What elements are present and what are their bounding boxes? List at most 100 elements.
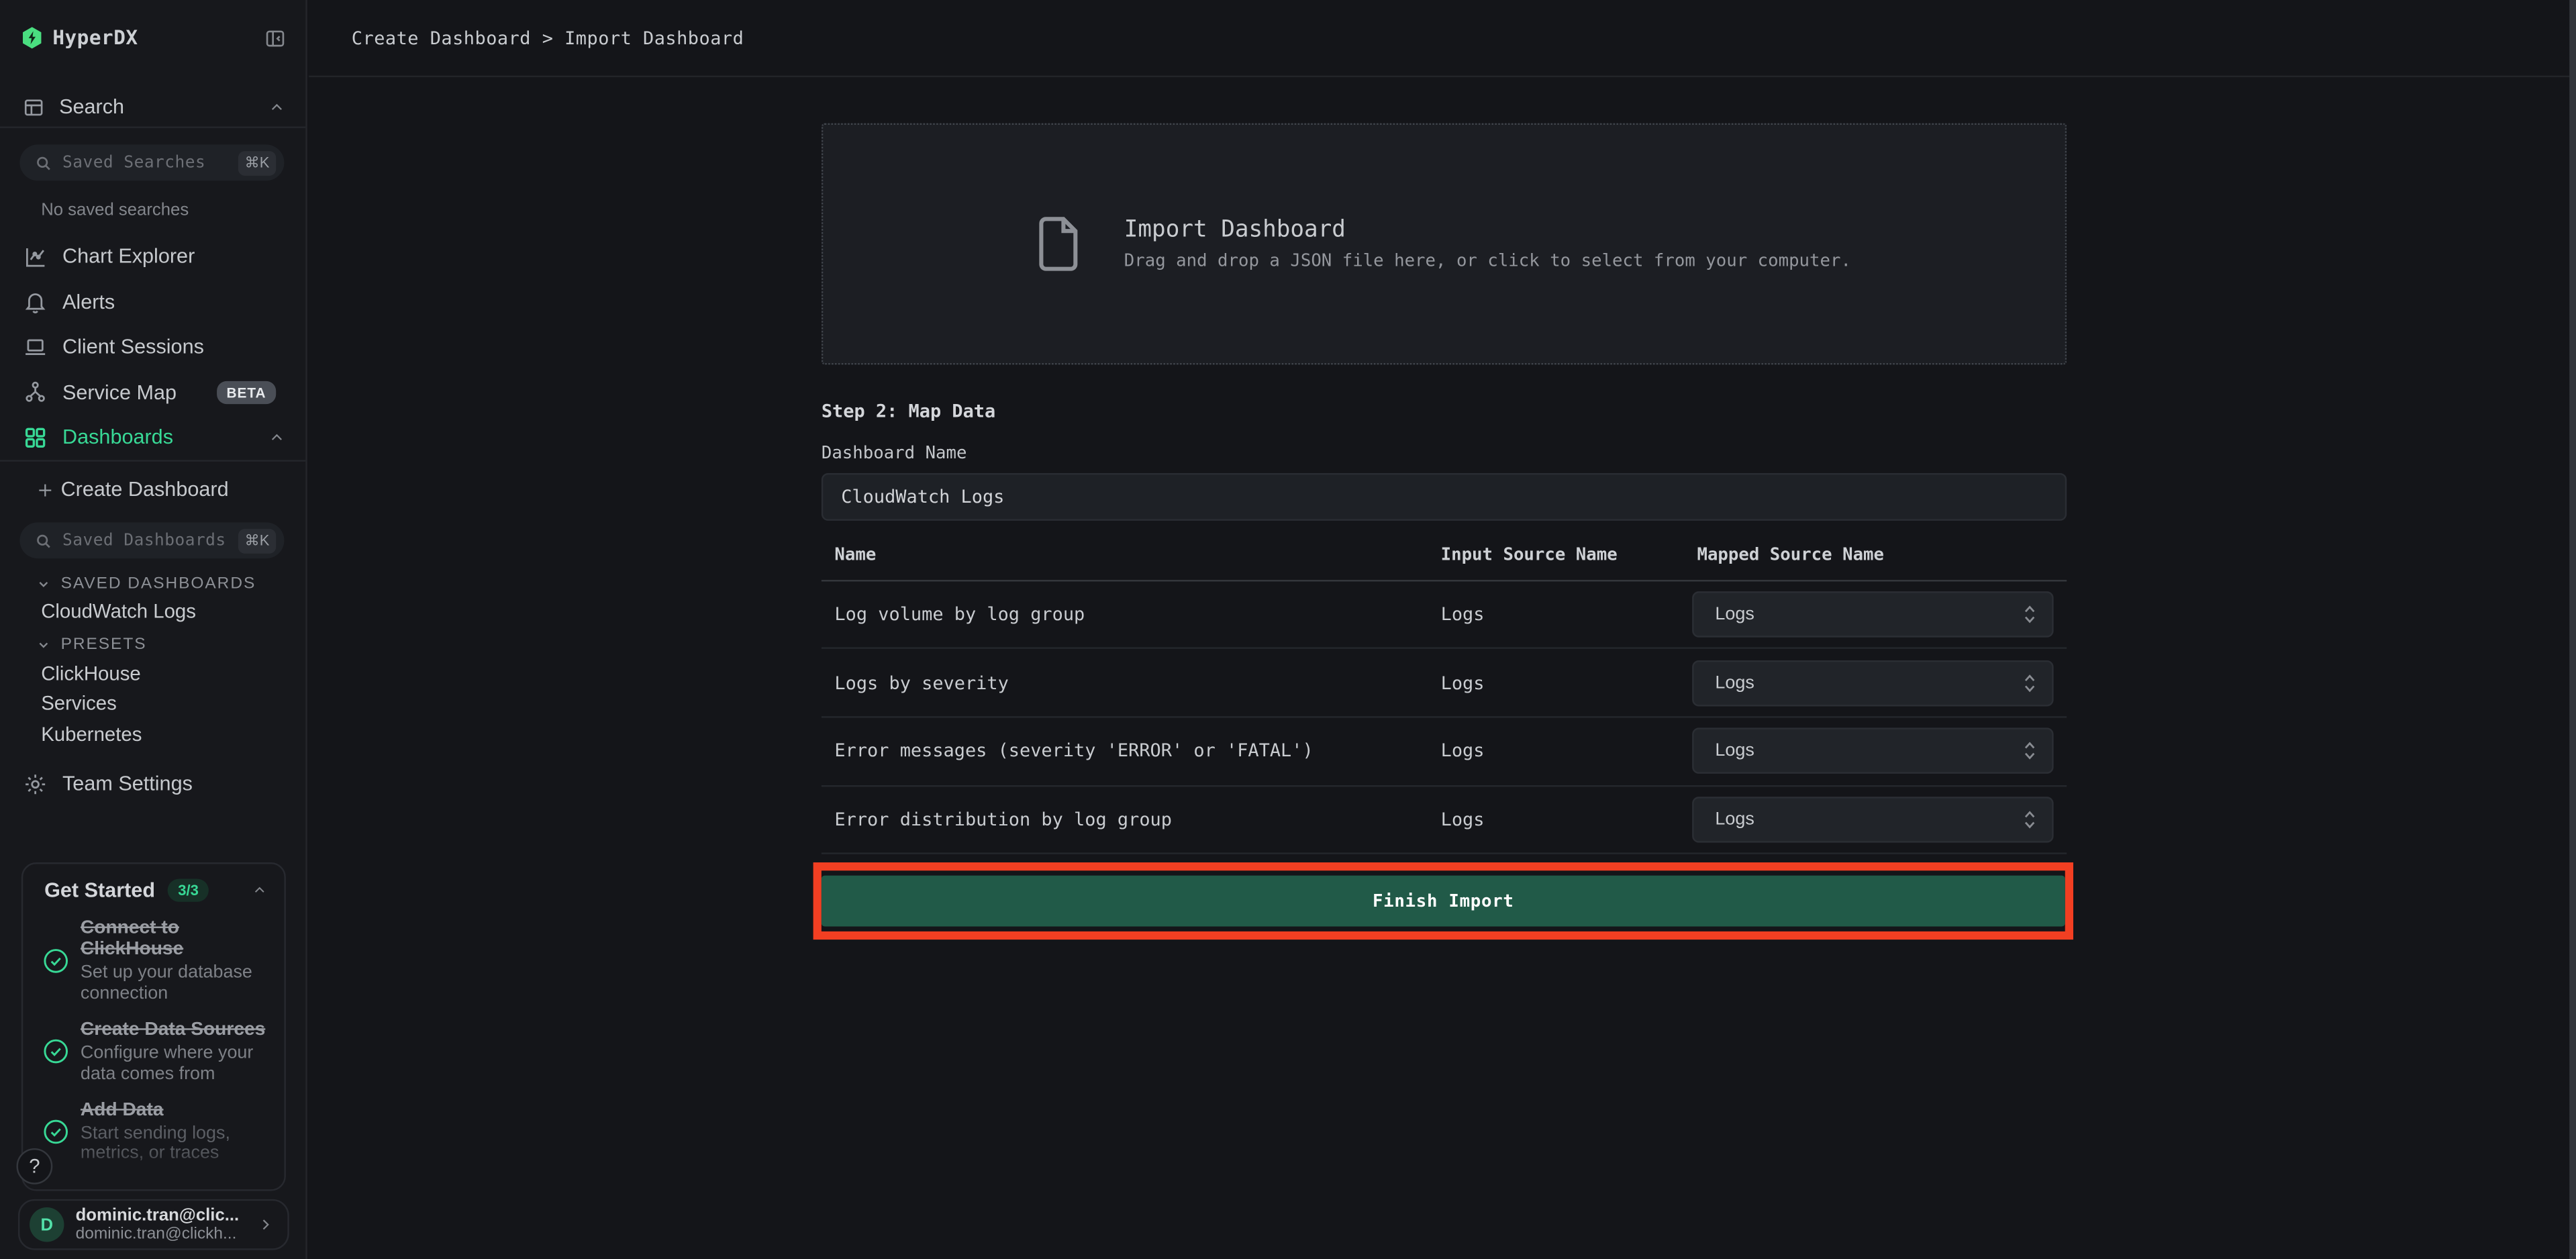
chevron-up-icon [268,428,286,446]
gear-icon [23,771,48,796]
dashboard-name-label: Dashboard Name [822,444,967,463]
dashboard-name-value: CloudWatch Logs [841,487,1004,508]
selected-source: Logs [1715,672,1754,692]
avatar-initial: D [40,1215,53,1234]
tree-item-label: CloudWatch Logs [41,599,196,621]
presets-group-toggle[interactable]: PRESETS [36,631,147,659]
saved-dashboards-input[interactable]: Saved Dashboards ⌘K [19,522,284,558]
mapped-source-select[interactable]: Logs [1692,728,2053,774]
chart-name-cell: Log volume by log group [834,603,1085,625]
sidebar-item-client-sessions[interactable]: Client Sessions [23,325,286,368]
selected-source: Logs [1715,604,1754,623]
search-section-label: Search [59,95,124,118]
avatar: D [30,1207,64,1242]
get-started-item-add-data[interactable]: Add Data Start sending logs, metrics, or… [23,1101,284,1164]
chevron-right-icon [256,1215,275,1233]
help-label: ? [29,1155,40,1178]
sidebar-item-alerts[interactable]: Alerts [23,280,286,323]
sidebar-preset-services[interactable]: Services [41,689,117,717]
app-root: HyperDX Search Saved Searches ⌘K [0,0,2576,1259]
table-row: Error messages (severity 'ERROR' or 'FAT… [822,718,2067,787]
presets-group-label: PRESETS [61,636,147,654]
dashboard-name-input[interactable]: CloudWatch Logs [822,473,2067,521]
sidebar-item-label: Service Map [62,381,177,403]
column-header-name: Name [834,546,876,565]
page-scrollbar[interactable] [2569,0,2576,1259]
tree-item-label: Kubernetes [41,722,142,745]
get-started-card: Get Started 3/3 Connect to ClickHouse Se… [21,862,286,1191]
sidebar-preset-kubernetes[interactable]: Kubernetes [41,719,142,748]
search-icon [34,154,52,172]
mapped-source-select[interactable]: Logs [1692,591,2053,638]
logo-row: HyperDX [21,18,286,58]
sidebar: HyperDX Search Saved Searches ⌘K [0,0,307,1259]
mapped-source-select[interactable]: Logs [1692,660,2053,706]
sidebar-item-dashboards[interactable]: Dashboards [23,415,286,458]
saved-dashboards-placeholder: Saved Dashboards [62,532,226,550]
hyperdx-logo-icon [21,26,43,49]
sidebar-item-service-map[interactable]: Service Map BETA [23,370,286,413]
search-icon [34,532,52,550]
sidebar-item-label: Client Sessions [62,335,204,358]
sidebar-item-label: Chart Explorer [62,245,195,268]
get-started-item-sources[interactable]: Create Data Sources Configure where your… [23,1020,284,1084]
saved-dashboards-group-toggle[interactable]: SAVED DASHBOARDS [36,570,256,598]
sidebar-section-search[interactable]: Search [23,87,286,127]
tree-item-label: ClickHouse [41,661,141,684]
mapped-source-select[interactable]: Logs [1692,797,2053,843]
chevron-down-icon [36,638,51,652]
no-saved-searches-text: No saved searches [41,201,189,220]
get-started-item-title: Connect to ClickHouse [81,918,271,962]
table-row: Log volume by log group Logs Logs [822,581,2067,649]
main-area: Create Dashboard > Import Dashboard Impo… [309,0,2576,1259]
user-email: dominic.tran@clickh... [76,1225,240,1244]
get-started-item-connect[interactable]: Connect to ClickHouse Set up your databa… [23,918,284,1003]
input-source-cell: Logs [1441,809,1485,831]
input-source-cell: Logs [1441,741,1485,762]
user-menu[interactable]: D dominic.tran@clic... dominic.tran@clic… [18,1199,289,1250]
table-header: Name Input Source Name Mapped Source Nam… [822,539,2067,580]
chart-name-cell: Error messages (severity 'ERROR' or 'FAT… [834,741,1313,762]
sidebar-dashboard-cloudwatch-logs[interactable]: CloudWatch Logs [41,597,196,625]
dropzone-subtitle: Drag and drop a JSON file here, or click… [1124,251,1851,270]
column-header-input-source: Input Source Name [1441,546,1618,565]
laptop-icon [23,334,48,359]
sidebar-preset-clickhouse[interactable]: ClickHouse [41,659,141,687]
annotation-highlight-box: Finish Import [813,862,2073,940]
divider [0,460,305,461]
chevron-up-icon [251,882,267,898]
table-row: Error distribution by log group Logs Log… [822,787,2067,855]
finish-import-button[interactable]: Finish Import [822,876,2065,927]
saved-searches-placeholder: Saved Searches [62,154,205,172]
collapse-sidebar-icon[interactable] [264,27,286,48]
help-button[interactable]: ? [16,1148,52,1185]
shortcut-badge: ⌘K [238,528,276,553]
divider [0,126,305,128]
select-arrows-icon [2022,671,2037,694]
get-started-progress-badge: 3/3 [168,879,209,902]
sidebar-item-label: Team Settings [62,772,193,795]
chevron-down-icon [36,576,51,591]
import-page: Import Dashboard Drag and drop a JSON fi… [309,79,2576,1259]
shortcut-badge: ⌘K [238,150,276,175]
select-arrows-icon [2022,808,2037,831]
chevron-up-icon [268,98,286,116]
select-arrows-icon [2022,603,2037,625]
search-section-icon [23,96,44,117]
step-heading: Step 2: Map Data [822,401,995,422]
check-circle-icon [43,1119,69,1146]
saved-dashboards-group-label: SAVED DASHBOARDS [61,575,256,593]
saved-searches-input[interactable]: Saved Searches ⌘K [19,144,284,181]
chart-name-cell: Error distribution by log group [834,809,1172,831]
get-started-header[interactable]: Get Started 3/3 [23,864,284,901]
table-row: Logs by severity Logs Logs [822,649,2067,717]
sidebar-item-label: Dashboards [62,425,173,448]
dropzone-title: Import Dashboard [1124,217,1851,243]
get-started-title: Get Started [44,879,155,902]
tree-item-label: Services [41,691,117,714]
sidebar-item-chart-explorer[interactable]: Chart Explorer [23,235,286,278]
sidebar-item-team-settings[interactable]: Team Settings [23,762,286,805]
import-dropzone[interactable]: Import Dashboard Drag and drop a JSON fi… [822,123,2067,365]
create-dashboard-button[interactable]: Create Dashboard [36,471,229,507]
chart-explorer-icon [23,244,48,268]
